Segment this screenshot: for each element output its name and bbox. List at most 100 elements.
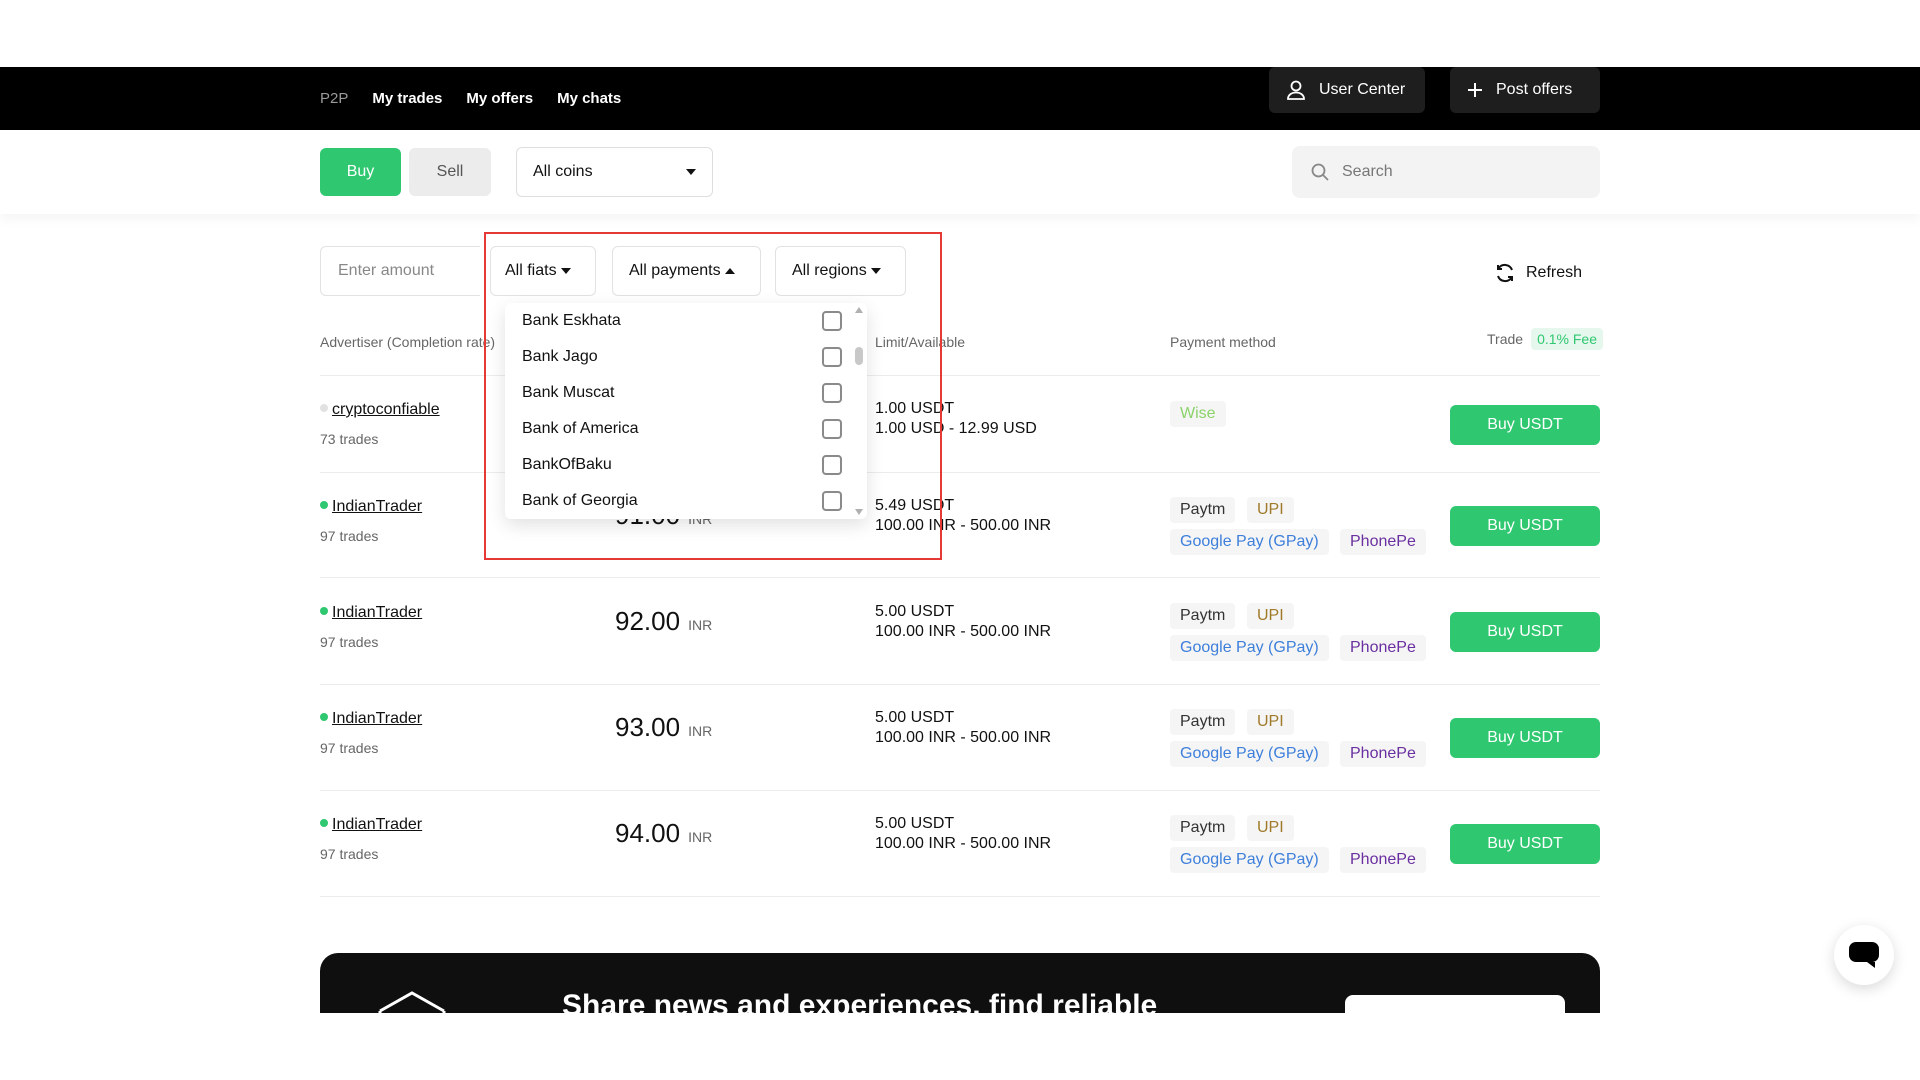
payment-tag-paytm: Paytm [1170, 603, 1236, 629]
available-amount: 5.00 USDT [875, 815, 955, 832]
buy-usdt-button[interactable]: Buy USDT [1450, 718, 1600, 758]
coins-select-value: All coins [533, 163, 593, 180]
advertiser-name[interactable]: cryptoconfiable [320, 401, 440, 419]
price-value: 92.00 [615, 606, 681, 636]
option-checkbox[interactable] [822, 383, 842, 403]
payment-tag-upi: UPI [1247, 709, 1294, 735]
user-center-label: User Center [1319, 81, 1406, 98]
coins-select[interactable]: All coins [516, 147, 713, 197]
advertiser-name[interactable]: IndianTrader [320, 604, 422, 622]
fee-badge: 0.1% Fee [1531, 328, 1603, 350]
row-divider [320, 896, 1600, 897]
status-dot [320, 818, 328, 827]
community-banner: Share news and experiences, find reliabl… [320, 953, 1600, 1013]
search-input[interactable]: Search [1292, 146, 1600, 198]
trade-count: 97 trades [320, 846, 379, 862]
option-checkbox[interactable] [822, 455, 842, 475]
trade-count: 97 trades [320, 634, 379, 650]
fiats-filter[interactable]: All fiats [490, 246, 596, 296]
chevron-down-icon [870, 268, 881, 274]
search-placeholder: Search [1342, 163, 1393, 180]
status-dot [320, 606, 328, 615]
row-divider [320, 577, 1600, 578]
sell-tab[interactable]: Sell [409, 148, 491, 196]
plus-icon [1468, 83, 1482, 97]
nav-my-offers[interactable]: My offers [466, 90, 533, 107]
cube-icon [378, 991, 446, 1013]
option-checkbox[interactable] [822, 419, 842, 439]
buy-tab[interactable]: Buy [320, 148, 401, 196]
limit-range: 1.00 USD - 12.99 USD [875, 420, 1037, 437]
advertiser-link[interactable]: IndianTrader [332, 710, 422, 727]
payment-tag-upi: UPI [1247, 603, 1294, 629]
header-trade-label: Trade [1487, 331, 1524, 347]
fiats-filter-label: All fiats [505, 262, 557, 279]
payment-tag-gpay: Google Pay (GPay) [1170, 847, 1329, 873]
advertiser-link[interactable]: cryptoconfiable [332, 401, 440, 418]
advertiser-link[interactable]: IndianTrader [332, 604, 422, 621]
limit-available: 5.49 USDT 100.00 INR - 500.00 INR [875, 496, 1051, 536]
limit-available: 5.00 USDT 100.00 INR - 500.00 INR [875, 814, 1051, 854]
chevron-down-icon [560, 268, 571, 274]
banner-button[interactable] [1345, 995, 1565, 1013]
buy-usdt-button[interactable]: Buy USDT [1450, 612, 1600, 652]
buy-usdt-button[interactable]: Buy USDT [1450, 824, 1600, 864]
dropdown-option-label: Bank Muscat [522, 384, 615, 401]
refresh-icon [1497, 263, 1513, 283]
limit-range: 100.00 INR - 500.00 INR [875, 835, 1052, 852]
filter-bar: Buy Sell All coins Search [0, 130, 1920, 214]
user-center-button[interactable]: User Center [1269, 67, 1425, 113]
scroll-thumb[interactable] [855, 347, 863, 365]
nav-my-trades[interactable]: My trades [372, 90, 442, 107]
nav-links: P2P My trades My offers My chats [320, 67, 621, 130]
payment-tag-phonepe: PhonePe [1340, 741, 1426, 767]
limit-available: 5.00 USDT 100.00 INR - 500.00 INR [875, 602, 1051, 642]
refresh-button[interactable]: Refresh [1494, 262, 1582, 284]
payment-tag-phonepe: PhonePe [1340, 529, 1426, 555]
dropdown-option[interactable]: Bank Muscat [522, 375, 842, 411]
advertiser-link[interactable]: IndianTrader [332, 498, 422, 515]
payment-tag-wise: Wise [1170, 401, 1226, 427]
nav-p2p[interactable]: P2P [320, 90, 348, 107]
regions-filter-label: All regions [792, 262, 867, 279]
dropdown-option[interactable]: BankOfBaku [522, 447, 842, 483]
nav-my-chats[interactable]: My chats [557, 90, 621, 107]
dropdown-option[interactable]: Bank Jago [522, 339, 842, 375]
dropdown-option-label: BankOfBaku [522, 456, 612, 473]
price: 93.00 INR [615, 712, 712, 743]
available-amount: 5.00 USDT [875, 603, 955, 620]
option-checkbox[interactable] [822, 347, 842, 367]
advertiser-name[interactable]: IndianTrader [320, 816, 422, 834]
banner-text: Share news and experiences, find reliabl… [562, 989, 1158, 1013]
payment-tag-upi: UPI [1247, 497, 1294, 523]
regions-filter[interactable]: All regions [775, 246, 906, 296]
payment-tag-paytm: Paytm [1170, 709, 1236, 735]
post-offers-label: Post offers [1496, 81, 1573, 98]
advertiser-name[interactable]: IndianTrader [320, 498, 422, 516]
buy-usdt-button[interactable]: Buy USDT [1450, 405, 1600, 445]
option-checkbox[interactable] [822, 491, 842, 511]
payment-tag-upi: UPI [1247, 815, 1294, 841]
scroll-down-icon[interactable] [855, 509, 863, 515]
dropdown-scrollbar[interactable] [855, 307, 863, 515]
scroll-up-icon[interactable] [855, 307, 863, 313]
payments-filter[interactable]: All payments [612, 246, 761, 296]
dropdown-option-label: Bank of America [522, 420, 639, 437]
advertiser-name[interactable]: IndianTrader [320, 710, 422, 728]
dropdown-option[interactable]: Bank of America [522, 411, 842, 447]
dropdown-option-label: Bank Eskhata [522, 312, 621, 329]
option-checkbox[interactable] [822, 311, 842, 331]
price: 92.00 INR [615, 606, 712, 637]
status-dot [320, 403, 328, 412]
payment-tag-paytm: Paytm [1170, 815, 1236, 841]
post-offers-button[interactable]: Post offers [1450, 67, 1600, 113]
dropdown-option[interactable]: Bank Eskhata [522, 303, 842, 339]
dropdown-option[interactable]: Bank of Georgia [522, 483, 842, 519]
buy-usdt-button[interactable]: Buy USDT [1450, 506, 1600, 546]
amount-input[interactable]: Enter amount [320, 246, 480, 296]
chat-button[interactable] [1834, 925, 1894, 985]
search-icon [1311, 163, 1329, 181]
advertiser-link[interactable]: IndianTrader [332, 816, 422, 833]
price-currency: INR [688, 829, 713, 845]
payments-filter-label: All payments [629, 262, 721, 279]
